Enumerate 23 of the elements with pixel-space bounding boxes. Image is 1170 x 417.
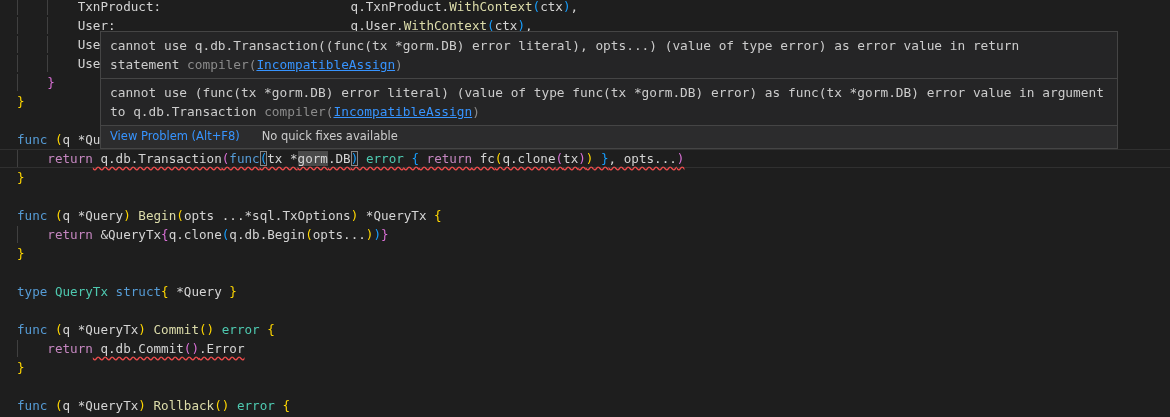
code-line: }: [17, 170, 25, 185]
code-line: func (q *Qu: [17, 132, 101, 147]
error-code-link[interactable]: IncompatibleAssign: [256, 57, 396, 72]
code-line: }: [46, 75, 55, 90]
code-line: return q.db.Commit().Error: [46, 341, 245, 356]
code-line: User: q.User.WithContext(ctx),: [76, 18, 533, 33]
problem-message: cannot use q.db.Transaction((func(tx *gorm.DB) error literal), opts...) (value of type error) as error value in return statement compiler(IncompatibleAssign): [110, 37, 1021, 74]
code-line: }: [17, 360, 25, 375]
code-line: Use: [76, 37, 101, 52]
code-line: TxnProduct: q.TxnProduct.WithContext(ctx),: [76, 0, 579, 14]
code-line: return &QueryTx{q.clone(q.db.Begin(opts...))}: [46, 227, 389, 242]
code-line: return q.db.Transaction(func(tx *gorm.DB) error { return fc(q.clone(tx)) }, opts...): [46, 151, 685, 166]
view-problem-link[interactable]: View Problem (Alt+F8): [110, 128, 240, 146]
code-line: Use: [76, 56, 101, 71]
code-line: func (q *Query) Begin(opts ...*sql.TxOptions) *QueryTx {: [17, 208, 442, 223]
code-line: func (q *QueryTx) Commit() error {: [17, 322, 275, 337]
code-line: type QueryTx struct{ *Query }: [17, 284, 237, 299]
problem-message: cannot use (func(tx *gorm.DB) error literal) (value of type func(tx *gorm.DB) error) as func(tx *gorm.DB) error value in argument to q.db.Transaction compiler(IncompatibleAssign): [110, 84, 1105, 121]
code-line: }: [17, 246, 25, 261]
quick-fix-status: No quick fixes available: [261, 128, 398, 146]
code-line: }: [17, 94, 25, 109]
code-line: func (q *QueryTx) Rollback() error {: [17, 398, 291, 413]
error-code-link[interactable]: IncompatibleAssign: [333, 104, 473, 119]
